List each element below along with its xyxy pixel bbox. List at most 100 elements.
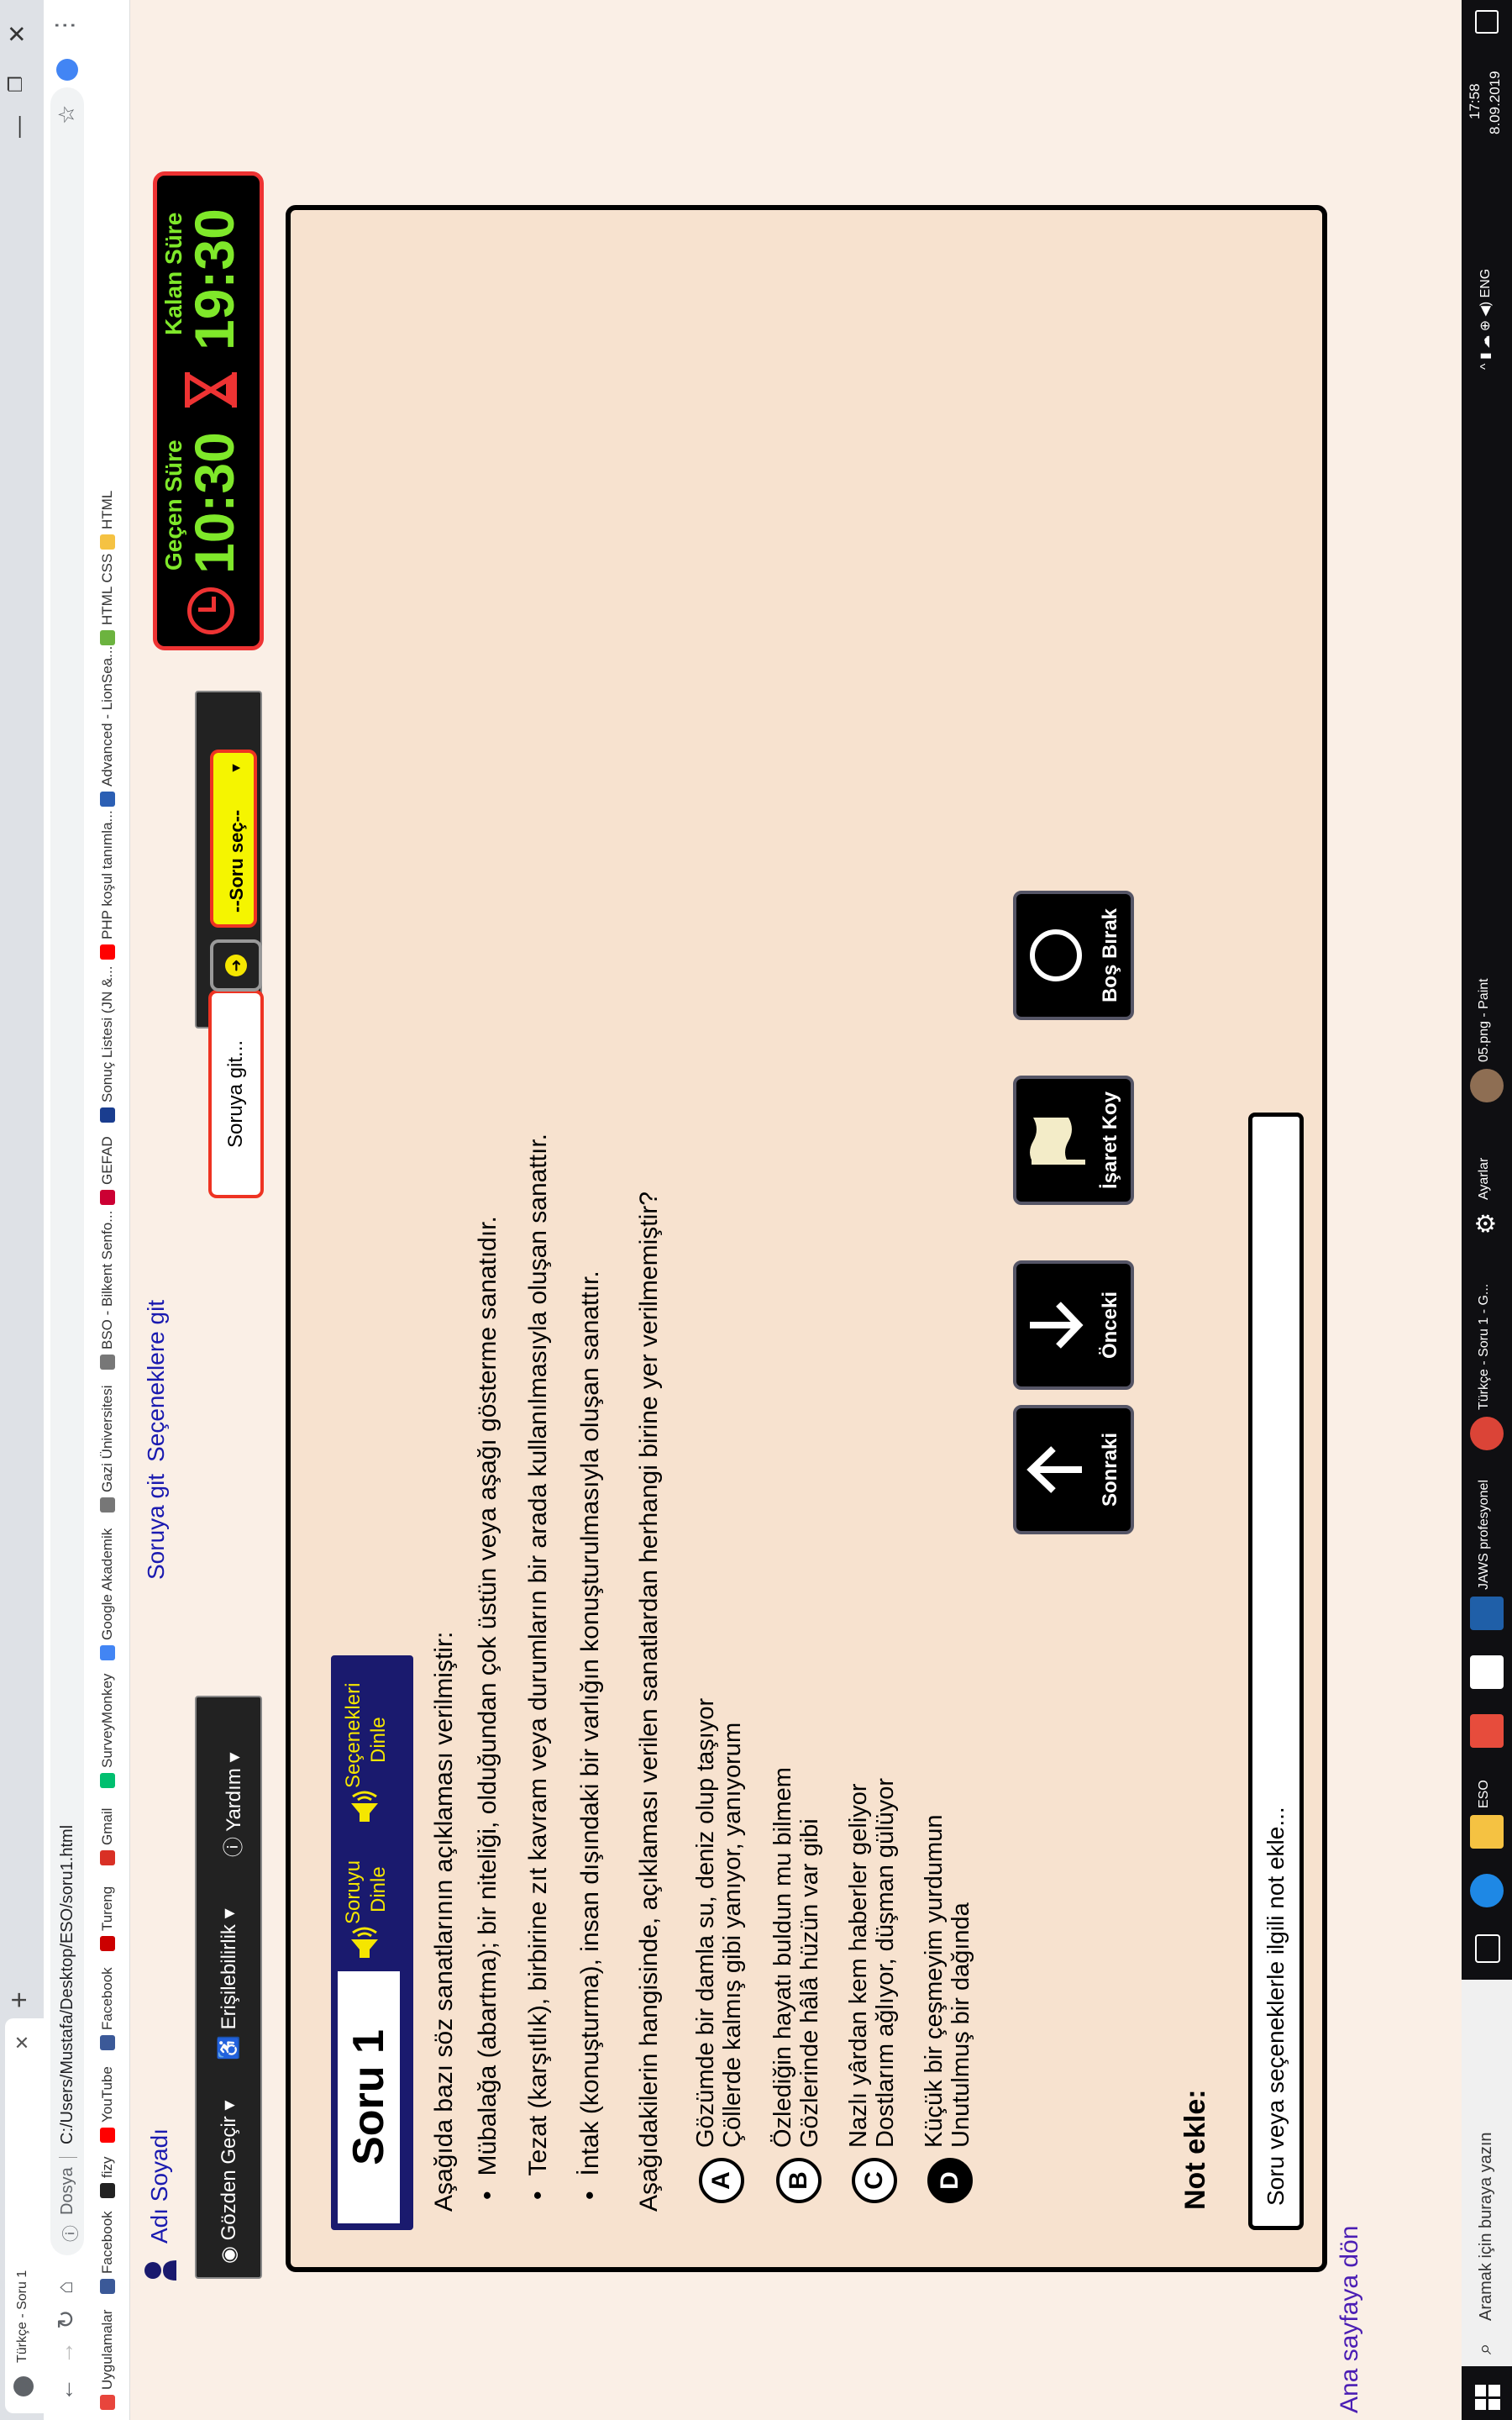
windows-start-icon[interactable] (1475, 2385, 1500, 2410)
reload-icon[interactable]: ↻ (52, 2310, 80, 2329)
bookmark-item[interactable]: Facebook (99, 1967, 116, 2050)
tab-favicon-icon (13, 2376, 34, 2396)
bookmark-item[interactable]: Gazi Üniversitesi (99, 1385, 116, 1512)
circle-icon (1030, 929, 1082, 981)
restore-icon[interactable]: ❐ (5, 76, 27, 92)
store-icon[interactable] (1470, 1714, 1504, 1748)
bookmark-item[interactable]: Gmail (99, 1808, 116, 1865)
settings-icon[interactable]: ⚙ (1470, 1207, 1504, 1240)
folder-icon (100, 534, 115, 550)
back-icon[interactable]: ← (52, 2378, 79, 2402)
taskbar-time: 17:58 (1467, 83, 1483, 119)
notification-icon[interactable] (1475, 10, 1499, 34)
taskbar-search[interactable]: ⌕ Aramak için buraya yazın (1462, 1980, 1512, 2366)
goto-question-button[interactable]: ➜ (210, 939, 262, 992)
taskbar-app-label[interactable]: JAWS profesyonel (1477, 1480, 1492, 1590)
next-button[interactable]: Sonraki (1013, 1405, 1134, 1534)
menu-icon[interactable]: ⋮ (50, 13, 78, 37)
note-input[interactable] (1248, 1113, 1304, 2230)
bookmark-star-icon[interactable]: ☆ (54, 105, 80, 124)
home-icon[interactable]: ⌂ (52, 2281, 78, 2294)
taskbar-app-label[interactable]: 05.png - Paint (1477, 978, 1492, 1062)
bookmark-item[interactable]: SurveyMonkey (99, 1674, 116, 1788)
tab-close-icon[interactable]: ✕ (12, 2035, 34, 2050)
choice-letter[interactable]: B (776, 2158, 822, 2203)
taskbar: ⌕ Aramak için buraya yazın ESO JAWS prof… (1462, 0, 1512, 2420)
mark-button[interactable]: İşaret Koy (1013, 1076, 1134, 1205)
menu-browse[interactable]: ◉ Gözden Geçir ▾ (217, 2101, 241, 2264)
globe-icon (100, 1355, 115, 1370)
bookmark-item[interactable]: Uygulamalar (99, 2310, 116, 2410)
arrow-right-icon: ➜ (225, 955, 247, 976)
flag-icon (1030, 1118, 1085, 1165)
exam-timer: Geçen Süre 10:30 Kalan Süre 19:30 (153, 171, 264, 650)
address-bar[interactable]: ⓘ Dosya C:/Users/Mustafa/Desktop/ESO/sor… (50, 87, 84, 2255)
choice-letter[interactable]: C (852, 2158, 897, 2203)
window-close-icon[interactable]: ✕ (3, 24, 31, 44)
bookmark-item[interactable]: HTML CSS (99, 554, 116, 645)
taskbar-app-label[interactable]: ESO (1477, 1780, 1492, 1808)
bookmark-item[interactable]: fizy (99, 2157, 116, 2198)
stem-bullet: Tezat (karşıtlık), birbirine zıt kavram … (524, 1134, 553, 2200)
skip-to-options-link[interactable]: Seçeneklere git (143, 1300, 169, 1462)
extension-icon[interactable] (56, 59, 78, 81)
clock-icon (187, 587, 234, 634)
minimize-icon[interactable]: — (5, 116, 31, 138)
system-tray[interactable]: ^ ▮ ☁ ⊕ ◀) ENG (1477, 269, 1494, 370)
bookmark-item[interactable]: PHP koşul tanımla... (99, 810, 116, 960)
previous-button[interactable]: Önceki (1013, 1260, 1134, 1390)
search-placeholder: Aramak için buraya yazın (1477, 2132, 1495, 2321)
user-name: Adı Soyadı (146, 2128, 172, 2244)
choice-line: Unutulmuş bir dağında (948, 1902, 974, 2148)
surveymonkey-icon (100, 1773, 115, 1788)
globe-icon (100, 1497, 115, 1512)
listen-options-button[interactable]: Seçenekleri Dinle (341, 1683, 391, 1788)
scholar-icon (100, 1645, 115, 1660)
question-stem: Aşağıda bazı söz sanatlarının açıklaması… (430, 1631, 458, 2212)
task-view-icon[interactable] (1475, 1934, 1500, 1963)
fizy-icon (100, 2183, 115, 2198)
new-tab-button[interactable]: + (3, 1991, 36, 2008)
listen-question-button[interactable]: Soruyu Dinle (341, 1860, 391, 1924)
bookmark-item[interactable]: Advanced - LionSea... (99, 646, 116, 807)
facebook-icon (100, 2279, 115, 2294)
edge-icon[interactable] (1470, 1874, 1504, 1907)
mail-icon[interactable] (1470, 1655, 1504, 1689)
menu-accessibility[interactable]: ♿ Erişilebilirlik ▾ (217, 1908, 241, 2060)
bookmark-item[interactable]: Facebook (99, 2211, 116, 2294)
url-text[interactable]: C:/Users/Mustafa/Desktop/ESO/soru1.html (58, 1825, 77, 2144)
bookmark-item[interactable]: Tureng (99, 1886, 116, 1951)
bookmark-folder[interactable]: HTML (99, 491, 116, 550)
language-indicator[interactable]: ENG (1478, 269, 1493, 298)
menu-help[interactable]: ⓘ Yardım ▾ (217, 1752, 246, 1857)
bookmark-item[interactable]: GEFAD (99, 1136, 116, 1205)
elapsed-time: 10:30 (183, 432, 245, 574)
goto-question-input[interactable]: Soruya git... (208, 990, 264, 1198)
choice-letter[interactable]: A (699, 2158, 744, 2203)
choice-letter[interactable]: D (927, 2158, 973, 2203)
chrome-icon[interactable] (1470, 1417, 1504, 1450)
browser-tab[interactable]: Türkçe - Soru 1 ✕ (5, 2018, 44, 2413)
tureng-icon (100, 1936, 115, 1951)
home-link[interactable]: Ana sayfaya dön (1336, 2226, 1364, 2414)
forward-icon[interactable]: → (52, 2341, 79, 2365)
skip-to-question-link[interactable]: Soruya git (143, 1474, 169, 1580)
hourglass-icon (185, 372, 237, 408)
bookmark-item[interactable]: BSO - Bilkent Senfo... (99, 1211, 116, 1370)
jaws-icon[interactable] (1470, 1597, 1504, 1630)
choice-line: Gözümde bir damla su, deniz olup taşıyor (692, 1697, 719, 2148)
leave-blank-button[interactable]: Boş Bırak (1013, 891, 1134, 1020)
bookmark-item[interactable]: Google Akademik (99, 1528, 116, 1660)
question-select[interactable]: --Soru seç-- ▼ (210, 750, 257, 928)
paint-icon[interactable] (1470, 1069, 1504, 1102)
choice-line: Dostlarım ağlıyor, düşman gülüyor (872, 1777, 899, 2148)
bookmark-item[interactable]: YouTube (99, 2066, 116, 2143)
folder-icon[interactable] (1470, 1815, 1504, 1849)
leave-blank-label: Boş Bırak (1099, 908, 1121, 1003)
taskbar-app-label[interactable]: Ayarlar (1477, 1158, 1492, 1200)
taskbar-app-label[interactable]: Türkçe - Soru 1 - G... (1477, 1284, 1492, 1410)
bookmark-item[interactable]: Sonuç Listesi (JN &... (99, 965, 116, 1123)
youtube-icon (100, 944, 115, 960)
info-icon[interactable]: ⓘ (57, 2225, 81, 2242)
arrow-up-icon (1026, 1446, 1082, 1493)
